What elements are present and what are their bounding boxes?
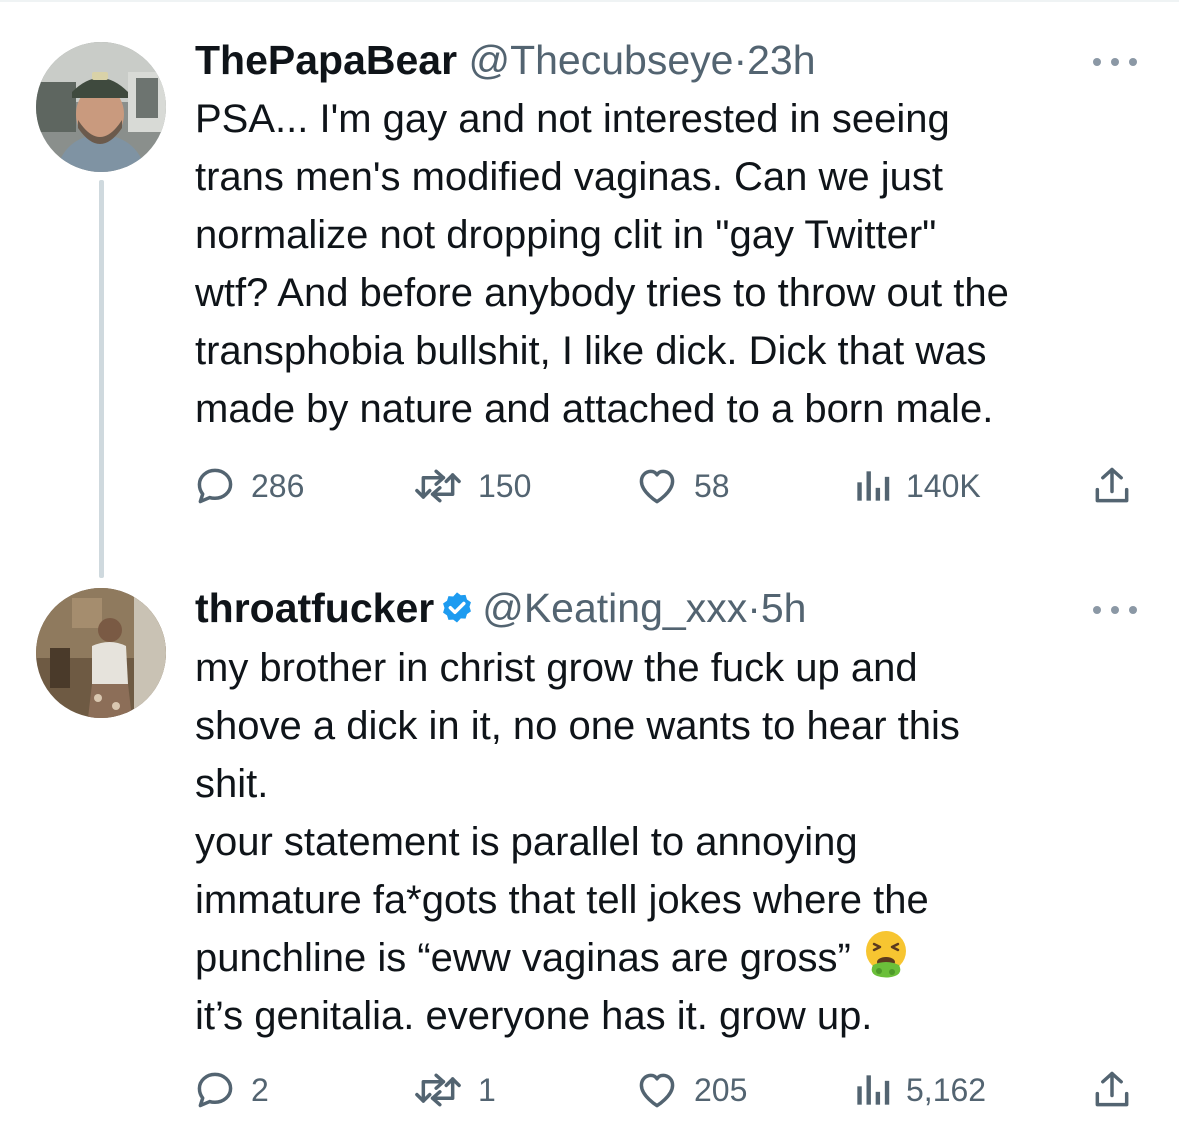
tweet-text: PSA... I'm gay and not interested in see… — [195, 90, 1155, 438]
tweet-text-line: shove a dick in it, no one wants to hear… — [195, 704, 960, 748]
timestamp[interactable]: 5h — [761, 585, 807, 631]
tweet-text-line: punchline is “eww vaginas are gross” — [195, 929, 1155, 987]
reply-icon — [197, 1072, 233, 1108]
timestamp[interactable]: 23h — [747, 37, 815, 83]
more-options-icon[interactable] — [1091, 54, 1139, 68]
reply-button[interactable]: 2 — [193, 1066, 269, 1114]
verified-badge-icon — [443, 592, 472, 623]
heart-icon — [639, 1073, 675, 1108]
tweet-header: ThePapaBear @Thecubseye·23h — [195, 36, 816, 84]
separator-dot: · — [747, 585, 761, 631]
reply-count: 2 — [251, 1071, 269, 1108]
tweet-text-line: made by nature and attached to a born ma… — [195, 387, 994, 431]
user-handle[interactable]: @Thecubseye — [468, 37, 733, 83]
reply-icon — [197, 468, 233, 504]
nauseated-face-emoji — [865, 931, 906, 978]
separator-dot: · — [733, 37, 748, 83]
like-count: 58 — [694, 467, 730, 504]
heart-icon — [639, 469, 675, 504]
more-options-icon[interactable] — [1091, 602, 1139, 616]
tweet-text-segment: punchline is “eww vaginas are gross” — [195, 936, 851, 980]
like-button[interactable]: 58 — [634, 462, 730, 510]
tweet-text-line: wtf? And before anybody tries to throw o… — [195, 271, 1009, 315]
action-bar: 286 150 58 140K — [0, 462, 1179, 510]
retweet-button[interactable]: 1 — [412, 1066, 496, 1114]
avatar[interactable] — [36, 42, 166, 172]
top-divider — [0, 0, 1179, 2]
share-icon — [1095, 1071, 1129, 1107]
tweet-text-line: my brother in christ grow the fuck up an… — [195, 646, 918, 690]
retweet-button[interactable]: 150 — [412, 462, 531, 510]
like-count: 205 — [694, 1071, 748, 1108]
tweet-text-line: normalize not dropping clit in "gay Twit… — [195, 213, 937, 257]
tweet-text: my brother in christ grow the fuck up an… — [195, 639, 1155, 1045]
display-name[interactable]: ThePapaBear — [195, 37, 457, 83]
reply-count: 286 — [251, 467, 305, 504]
action-bar: 2 1 205 5,162 — [0, 1066, 1179, 1114]
display-name[interactable]: throatfucker — [195, 585, 434, 631]
views-chart-icon — [857, 471, 890, 501]
share-icon — [1095, 467, 1129, 503]
views-chart-icon — [857, 1075, 890, 1105]
retweet-icon — [415, 1073, 461, 1107]
retweet-count: 150 — [478, 467, 532, 504]
tweet-text-line: transphobia bullshit, I like dick. Dick … — [195, 329, 987, 373]
views-button[interactable]: 5,162 — [852, 1066, 986, 1114]
tweet-text-line: your statement is parallel to annoying — [195, 820, 858, 864]
tweet-text-line: PSA... I'm gay and not interested in see… — [195, 97, 950, 141]
thread-connector-line — [99, 180, 104, 578]
user-handle[interactable]: @Keating_xxx — [482, 585, 747, 631]
tweet-text-line: immature fa*gots that tell jokes where t… — [195, 878, 929, 922]
reply-button[interactable]: 286 — [193, 462, 304, 510]
retweet-count: 1 — [478, 1071, 496, 1108]
tweet-text-line: trans men's modified vaginas. Can we jus… — [195, 155, 943, 199]
avatar[interactable] — [36, 588, 166, 718]
share-button[interactable] — [1090, 462, 1134, 510]
view-count: 140K — [906, 467, 981, 504]
tweet-text-line: shit. — [195, 762, 269, 806]
retweet-icon — [415, 469, 461, 503]
tweet-text-line: it’s genitalia. everyone has it. grow up… — [195, 994, 873, 1038]
like-button[interactable]: 205 — [634, 1066, 747, 1114]
tweet-header: throatfucker @Keating_xxx·5h — [195, 584, 806, 632]
share-button[interactable] — [1090, 1066, 1134, 1114]
view-count: 5,162 — [906, 1071, 987, 1108]
views-button[interactable]: 140K — [852, 462, 981, 510]
